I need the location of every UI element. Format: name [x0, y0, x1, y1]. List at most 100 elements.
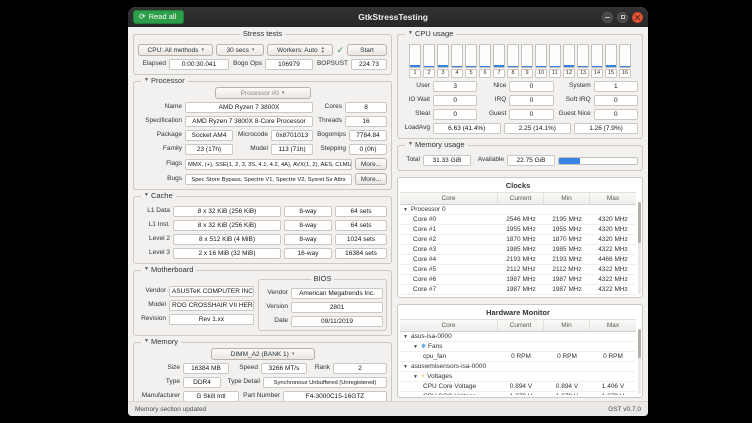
- stepping-label: Stepping: [316, 146, 346, 153]
- start-button[interactable]: Start: [347, 44, 387, 56]
- scrollbar-thumb[interactable]: [638, 329, 641, 358]
- header-cell-min[interactable]: Min: [544, 193, 590, 204]
- hwmon-scrollbar[interactable]: [638, 329, 641, 394]
- tree-leaf-row[interactable]: Core #71987 MHz1987 MHz4322 MHz: [400, 285, 636, 295]
- bogomips-field: 7784.84: [349, 130, 387, 141]
- tree-cell-min: 1985 MHz: [544, 246, 590, 253]
- header-cell-core[interactable]: Core: [400, 193, 498, 204]
- cpu-stat-field: 0: [594, 95, 638, 106]
- tree-leaf-row[interactable]: Core #52112 MHz2112 MHz4322 MHz: [400, 265, 636, 275]
- header-cell-max[interactable]: Max: [590, 193, 636, 204]
- rank-label: Rank: [310, 365, 330, 372]
- memory-usage-section-expander[interactable]: ▼ Memory usage: [405, 141, 468, 149]
- memory-section-expander[interactable]: ▼ Memory: [141, 338, 181, 346]
- expander-icon[interactable]: ▼: [413, 374, 418, 380]
- tree-group-row[interactable]: ▼❋Fans: [400, 342, 636, 352]
- cache-row: Level 2 8 x 512 KiB (4 MiB) 8-way 1024 s…: [138, 234, 387, 245]
- section-processor: ▼ Processor Processor #0 ▾ Name AMD Ryze…: [133, 81, 392, 190]
- more-flags-button[interactable]: More...: [355, 158, 387, 170]
- cpu-core-number: 6: [479, 69, 491, 78]
- form-row: Specification AMD Ryzen 7 3800X 8-Core P…: [138, 116, 387, 127]
- dimm-select[interactable]: DIMM_A2 (BANK 1) ▾: [211, 348, 315, 360]
- stress-method-select[interactable]: CPU: All methods ▾: [138, 44, 213, 56]
- tree-cell-name: ▼asuswmisensors-isa-0000: [400, 363, 498, 370]
- processor-select[interactable]: Processor #0 ▾: [215, 87, 311, 99]
- cpu-meter-trough: [549, 44, 561, 68]
- elapsed-label: Elapsed: [138, 61, 166, 68]
- tree-cell-current: 1985 MHz: [498, 246, 544, 253]
- window-controls: [602, 12, 643, 23]
- stress-duration-select[interactable]: 30 secs ▾: [216, 44, 264, 56]
- minimize-button[interactable]: [602, 12, 613, 23]
- stress-workers-spinner[interactable]: Workers: Auto ▴ ▾: [267, 44, 333, 56]
- scrollbar-thumb[interactable]: [638, 202, 641, 243]
- tree-group-row[interactable]: ▼asus-isa-0000: [400, 332, 636, 342]
- tree-leaf-row[interactable]: Core #61987 MHz1987 MHz4322 MHz: [400, 275, 636, 285]
- expander-icon[interactable]: ▼: [403, 207, 408, 213]
- cpu-meter-fill: [480, 66, 490, 67]
- cache-section-expander[interactable]: ▼ Cache: [141, 192, 176, 200]
- titlebar[interactable]: ⟳ Read all GtkStressTesting: [128, 7, 648, 27]
- tree-leaf-row[interactable]: cpu_fan0 RPM0 RPM0 RPM: [400, 352, 636, 362]
- cpu-stat-label: Steal: [402, 111, 430, 118]
- cpu-stats-row: IO Wait 0 IRQ 0 Soft IRQ 0: [402, 95, 638, 106]
- header-cell-current[interactable]: Current: [498, 320, 544, 331]
- section-title-label: Cache: [151, 192, 173, 200]
- tree-group-row[interactable]: ▼asuswmisensors-isa-0000: [400, 362, 636, 372]
- memory-usage-progressbar: [558, 157, 638, 165]
- cache-level-label: Level 3: [138, 250, 170, 257]
- header-cell-max[interactable]: Max: [590, 320, 636, 331]
- cache-size-field: 8 x 32 KiB (256 KiB): [173, 220, 281, 231]
- cpu-usage-section-expander[interactable]: ▼ CPU usage: [405, 30, 456, 38]
- cache-size-field: 8 x 32 KiB (256 KiB): [173, 206, 281, 217]
- tree-cell-current: 1987 MHz: [498, 286, 544, 293]
- more-bugs-button[interactable]: More...: [355, 173, 387, 185]
- expander-icon[interactable]: ▼: [403, 334, 408, 340]
- cpu-core-number: 15: [605, 69, 617, 78]
- form-row: Version 2801: [262, 302, 383, 313]
- close-button[interactable]: [632, 12, 643, 23]
- loadavg-5min-field: 2.25 (14.1%): [504, 123, 572, 134]
- loadavg-label: LoadAvg: [402, 125, 430, 132]
- tree-cell-current: 2193 MHz: [498, 256, 544, 263]
- expander-icon: ▼: [408, 142, 413, 147]
- fan-icon: ❋: [421, 344, 426, 350]
- cpu-core-meter: 7: [493, 44, 505, 78]
- tree-leaf-row[interactable]: CPU SOC Voltage1.079 V1.079 V1.079 V: [400, 392, 636, 395]
- header-cell-min[interactable]: Min: [544, 320, 590, 331]
- form-row: Package Socket AM4 Microcode 0x8701013 B…: [138, 130, 387, 141]
- motherboard-section-expander[interactable]: ▼ Motherboard: [141, 266, 196, 274]
- cpu-core-meter: 14: [591, 44, 603, 78]
- tree-leaf-row[interactable]: CPU Core Voltage0.894 V0.894 V1.406 V: [400, 382, 636, 392]
- tree-leaf-row[interactable]: Core #21870 MHz1870 MHz4320 MHz: [400, 235, 636, 245]
- spin-down-icon[interactable]: ▾: [322, 50, 324, 54]
- expander-icon[interactable]: ▼: [413, 344, 418, 350]
- tree-cell-min: 2193 MHz: [544, 256, 590, 263]
- maximize-button[interactable]: [617, 12, 628, 23]
- tree-leaf-row[interactable]: Core #11955 MHz1955 MHz4320 MHz: [400, 225, 636, 235]
- header-cell-core[interactable]: Core: [400, 320, 498, 331]
- clocks-scrollbar[interactable]: [638, 202, 641, 294]
- header-cell-current[interactable]: Current: [498, 193, 544, 204]
- tree-cell-name: ▼❋Fans: [400, 343, 498, 350]
- tree-row-label: Core #7: [413, 286, 436, 293]
- cpu-stat-field: 0: [594, 109, 638, 120]
- tree-group-row[interactable]: ▼Processor 0: [400, 205, 636, 215]
- read-all-button[interactable]: ⟳ Read all: [133, 10, 184, 24]
- expander-icon[interactable]: ▼: [403, 364, 408, 370]
- cpu-meter-fill: [410, 65, 420, 67]
- processor-section-expander[interactable]: ▼ Processor: [141, 77, 188, 85]
- cpu-core-meter: 1: [409, 44, 421, 78]
- spinner-arrows[interactable]: ▴ ▾: [322, 46, 324, 54]
- cpu-meter-trough: [479, 44, 491, 68]
- bogo-ops-label: Bogo Ops: [232, 61, 262, 68]
- tree-leaf-row[interactable]: Core #31985 MHz1985 MHz4322 MHz: [400, 245, 636, 255]
- elapsed-field: 0:00:30.041: [169, 59, 229, 70]
- tree-leaf-row[interactable]: Core #02546 MHz2195 MHz4320 MHz: [400, 215, 636, 225]
- cache-row: L1 Data 8 x 32 KiB (256 KiB) 8-way 64 se…: [138, 206, 387, 217]
- cpu-meter-trough: [577, 44, 589, 68]
- tree-group-row[interactable]: ▼⚡Voltages: [400, 372, 636, 382]
- tree-cell-max: 4320 MHz: [590, 226, 636, 233]
- tree-row-label: Core #5: [413, 266, 436, 273]
- tree-leaf-row[interactable]: Core #42193 MHz2193 MHz4466 MHz: [400, 255, 636, 265]
